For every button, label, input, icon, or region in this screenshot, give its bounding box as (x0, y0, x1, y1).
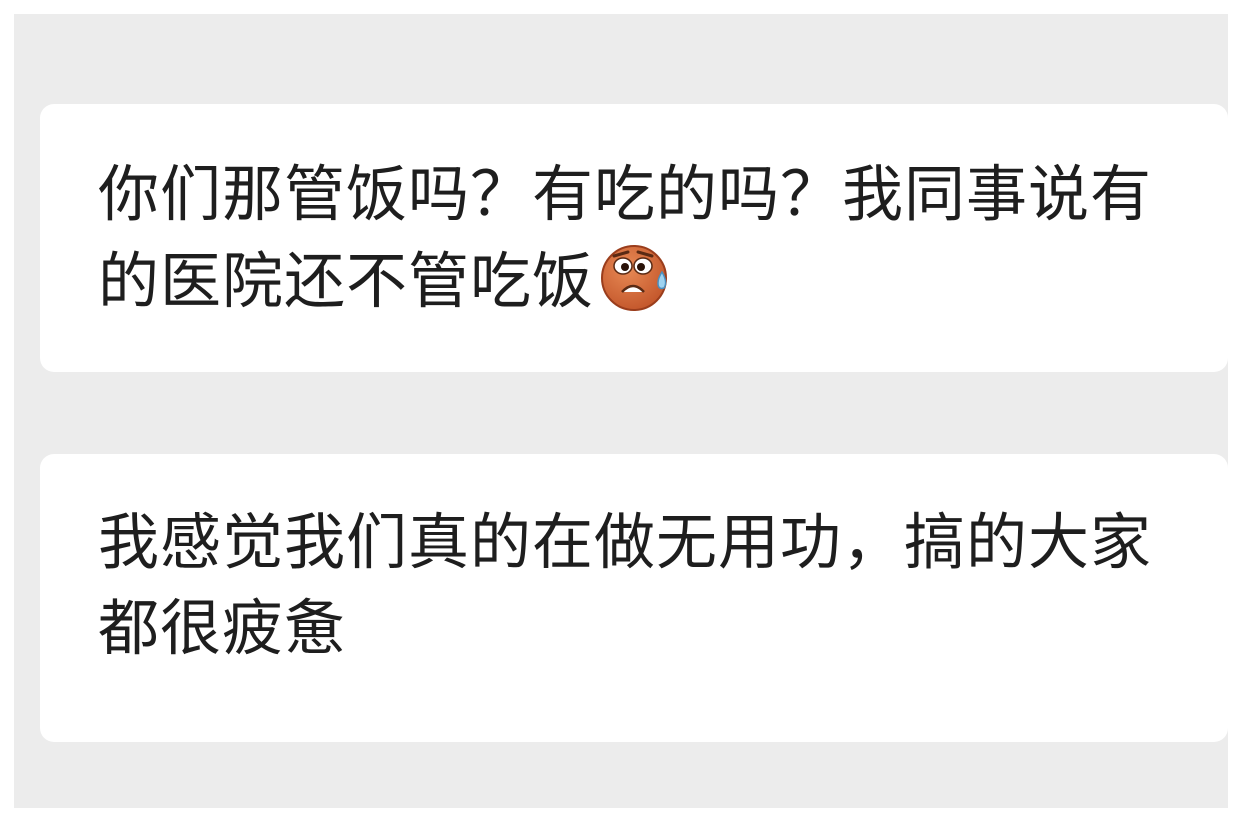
message-bubble[interactable]: 我感觉我们真的在做无用功，搞的大家都很疲惫 (40, 454, 1228, 742)
message-text: 我感觉我们真的在做无用功，搞的大家都很疲惫 (98, 507, 1153, 664)
message-text-wrapper: 我感觉我们真的在做无用功，搞的大家都很疲惫 (98, 454, 1178, 672)
message-text-wrapper: 你们那管饭吗？有吃的吗？我同事说有的医院还不管吃饭 (98, 104, 1178, 325)
message-bubble[interactable]: 你们那管饭吗？有吃的吗？我同事说有的医院还不管吃饭 (40, 104, 1228, 372)
chat-area: 你们那管饭吗？有吃的吗？我同事说有的医院还不管吃饭 我感觉我们真的在做无用功，搞… (14, 14, 1228, 808)
sweating-frown-emoji-icon (601, 245, 668, 311)
